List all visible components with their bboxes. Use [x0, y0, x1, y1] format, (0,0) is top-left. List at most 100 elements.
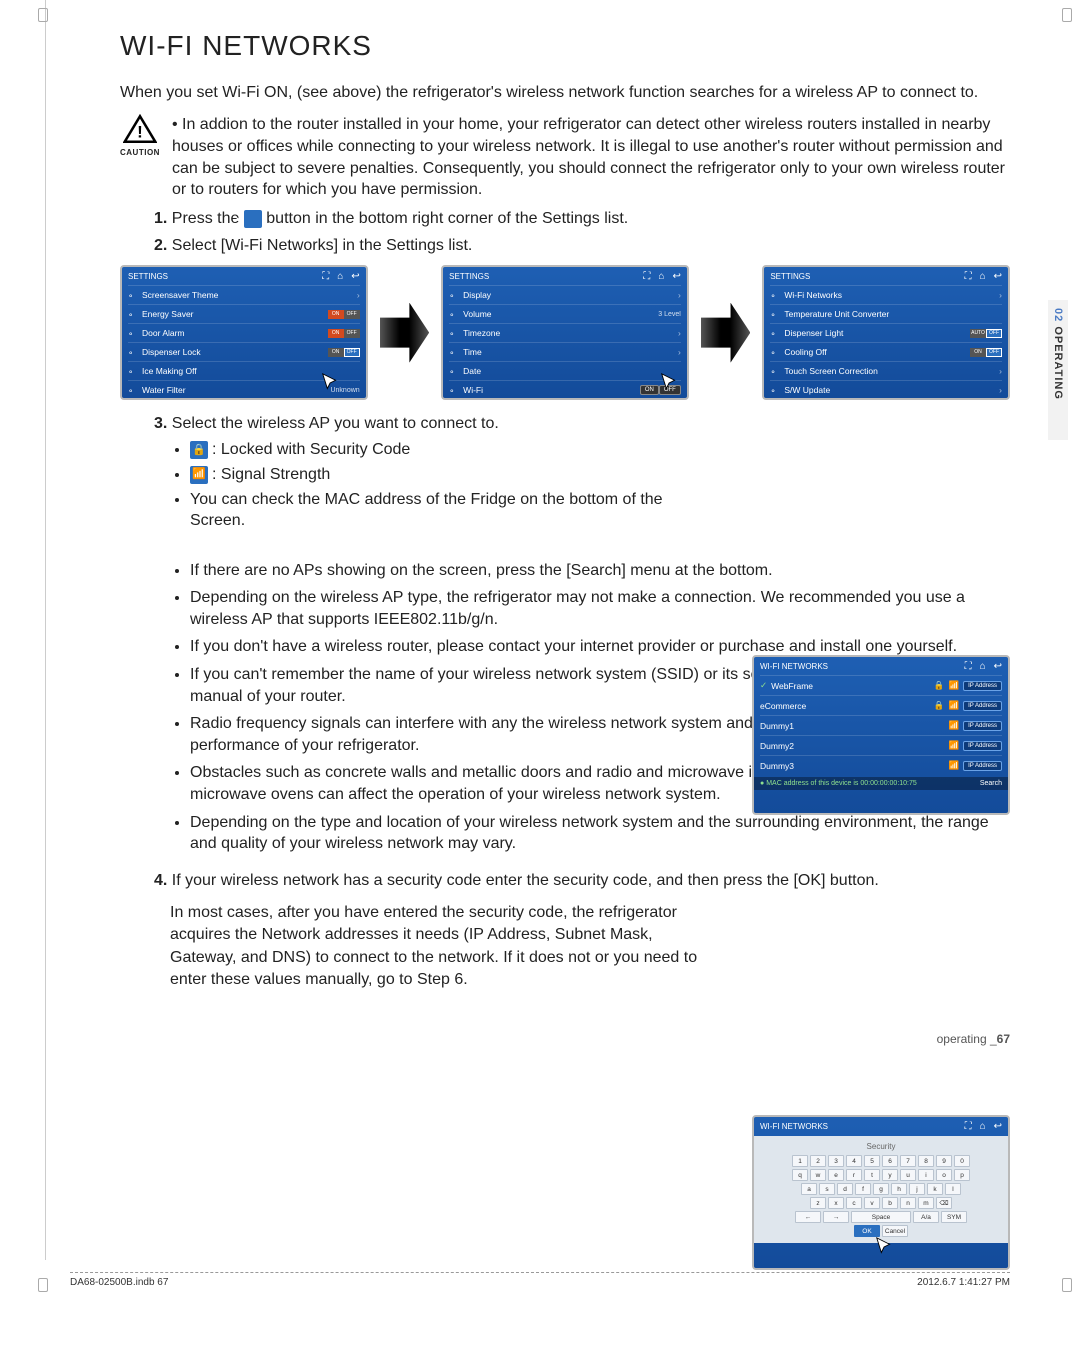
- step-2: 2. Select [Wi-Fi Networks] in the Settin…: [154, 234, 1010, 257]
- keyboard-key[interactable]: ⌫: [936, 1197, 952, 1209]
- keyboard-key[interactable]: 8: [918, 1155, 934, 1167]
- keyboard-key[interactable]: a: [801, 1183, 817, 1195]
- ip-address-button[interactable]: IP Address: [963, 721, 1002, 731]
- settings-item[interactable]: ∘Dispenser LockONOFF: [128, 342, 360, 361]
- back-icon: ↩: [994, 661, 1002, 672]
- mac-address-text: MAC address of this device is 00:00:00:0…: [766, 780, 917, 787]
- note-item: If there are no APs showing on the scree…: [190, 560, 1010, 582]
- step3-b2: : Signal Strength: [212, 466, 330, 483]
- keyboard-key[interactable]: w: [810, 1169, 826, 1181]
- crop-mark: [38, 1278, 48, 1292]
- keyboard-key[interactable]: →: [823, 1211, 849, 1223]
- keyboard-key[interactable]: 5: [864, 1155, 880, 1167]
- cursor-icon: [659, 372, 681, 394]
- keyboard-key[interactable]: l: [945, 1183, 961, 1195]
- step2-text: Select [Wi-Fi Networks] in the Settings …: [172, 237, 473, 254]
- settings-item[interactable]: ∘Time›: [449, 342, 681, 361]
- keyboard-key[interactable]: Space: [851, 1211, 911, 1223]
- settings-item[interactable]: ∘Screensaver Theme›: [128, 285, 360, 304]
- keyboard-key[interactable]: o: [936, 1169, 952, 1181]
- home-icon: ⌂: [980, 1121, 986, 1132]
- settings-item[interactable]: ∘Display›: [449, 285, 681, 304]
- wifi-network-row[interactable]: Dummy3📶IP Address: [760, 755, 1002, 775]
- step1-pre: Press the: [172, 210, 244, 227]
- wifi-network-row[interactable]: Dummy1📶IP Address: [760, 715, 1002, 735]
- keyboard-key[interactable]: SYM: [941, 1211, 967, 1223]
- step3-b3: You can check the MAC address of the Fri…: [190, 491, 663, 530]
- settings-item[interactable]: ∘Date: [449, 361, 681, 380]
- keyboard-key[interactable]: g: [873, 1183, 889, 1195]
- keyboard-key[interactable]: i: [918, 1169, 934, 1181]
- wifi-icon: 📶: [948, 680, 959, 691]
- keyboard-key[interactable]: 0: [954, 1155, 970, 1167]
- keyboard-key[interactable]: r: [846, 1169, 862, 1181]
- ip-address-button[interactable]: IP Address: [963, 761, 1002, 771]
- keyboard-key[interactable]: 9: [936, 1155, 952, 1167]
- arrow-icon: [701, 303, 751, 363]
- home-icon: ⌂: [980, 661, 986, 672]
- cursor-icon: [320, 372, 342, 394]
- screen-top-icons: ⛶ ⌂ ↩: [965, 661, 1002, 672]
- keyboard-key[interactable]: 3: [828, 1155, 844, 1167]
- keyboard-key[interactable]: 1: [792, 1155, 808, 1167]
- footer-bar: DA68-02500B.indb 67 2012.6.7 1:41:27 PM: [70, 1272, 1010, 1288]
- settings-item[interactable]: ∘Touch Screen Correction›: [770, 361, 1002, 380]
- keyboard-key[interactable]: c: [846, 1197, 862, 1209]
- keyboard-key[interactable]: f: [855, 1183, 871, 1195]
- settings-item[interactable]: ∘S/W Update›: [770, 380, 1002, 399]
- wifi-network-row[interactable]: eCommerce🔒📶IP Address: [760, 695, 1002, 715]
- keyboard-key[interactable]: 4: [846, 1155, 862, 1167]
- screen-top-icons: ⛶⌂↩: [643, 271, 680, 282]
- keyboard-key[interactable]: ←: [795, 1211, 821, 1223]
- settings-item[interactable]: ∘Wi-FiONOFF: [449, 380, 681, 399]
- keyboard-key[interactable]: e: [828, 1169, 844, 1181]
- keyboard-key[interactable]: j: [909, 1183, 925, 1195]
- wifi-network-row[interactable]: Dummy2📶IP Address: [760, 735, 1002, 755]
- keyboard-key[interactable]: u: [900, 1169, 916, 1181]
- keyboard-key[interactable]: n: [900, 1197, 916, 1209]
- settings-item[interactable]: ∘Dispenser LightAUTOOFF: [770, 323, 1002, 342]
- settings-item[interactable]: ∘Temperature Unit Converter: [770, 304, 1002, 323]
- keyboard-key[interactable]: 2: [810, 1155, 826, 1167]
- settings-item[interactable]: ∘Energy SaverONOFF: [128, 304, 360, 323]
- keyboard-key[interactable]: 7: [900, 1155, 916, 1167]
- expand-icon: ⛶: [965, 271, 972, 282]
- wifi-icon: 📶: [190, 466, 208, 484]
- caution-text-body: In addion to the router installed in you…: [172, 116, 1005, 198]
- security-keyboard-screen: WI-FI NETWORKS⛶⌂↩ Security 1234567890qwe…: [752, 1115, 1010, 1270]
- keyboard-key[interactable]: k: [927, 1183, 943, 1195]
- keyboard-key[interactable]: b: [882, 1197, 898, 1209]
- expand-icon: ⛶: [965, 661, 972, 672]
- keyboard-key[interactable]: m: [918, 1197, 934, 1209]
- screen-header: SETTINGS: [128, 272, 168, 281]
- step3-text: Select the wireless AP you want to conne…: [172, 415, 499, 432]
- checkmark-button-icon: [244, 210, 262, 228]
- keyboard-key[interactable]: h: [891, 1183, 907, 1195]
- settings-item[interactable]: ∘Door AlarmONOFF: [128, 323, 360, 342]
- keyboard-key[interactable]: d: [837, 1183, 853, 1195]
- wifi-network-row[interactable]: ✓ WebFrame🔒📶IP Address: [760, 675, 1002, 695]
- keyboard-key[interactable]: s: [819, 1183, 835, 1195]
- ip-address-button[interactable]: IP Address: [963, 741, 1002, 751]
- search-button[interactable]: Search: [980, 780, 1002, 787]
- keyboard-key[interactable]: p: [954, 1169, 970, 1181]
- ip-address-button[interactable]: IP Address: [963, 701, 1002, 711]
- settings-item[interactable]: ∘Wi-Fi Networks›: [770, 285, 1002, 304]
- keyboard-key[interactable]: 6: [882, 1155, 898, 1167]
- home-icon: ⌂: [980, 271, 986, 282]
- lock-icon: 🔒: [934, 700, 945, 711]
- ip-address-button[interactable]: IP Address: [963, 681, 1002, 691]
- keyboard-key[interactable]: A/a: [913, 1211, 939, 1223]
- settings-item[interactable]: ∘Volume3 Level: [449, 304, 681, 323]
- keyboard-key[interactable]: v: [864, 1197, 880, 1209]
- keyboard-key[interactable]: z: [810, 1197, 826, 1209]
- settings-item[interactable]: ∘Cooling OffONOFF: [770, 342, 1002, 361]
- keyboard-key[interactable]: x: [828, 1197, 844, 1209]
- keyboard-key[interactable]: q: [792, 1169, 808, 1181]
- step3-b1: : Locked with Security Code: [212, 441, 410, 458]
- keyboard-key[interactable]: y: [882, 1169, 898, 1181]
- keyboard-key[interactable]: t: [864, 1169, 880, 1181]
- settings-item[interactable]: ∘Timezone›: [449, 323, 681, 342]
- screen-top-icons: ⛶⌂↩: [965, 1121, 1002, 1132]
- crop-mark: [38, 8, 48, 22]
